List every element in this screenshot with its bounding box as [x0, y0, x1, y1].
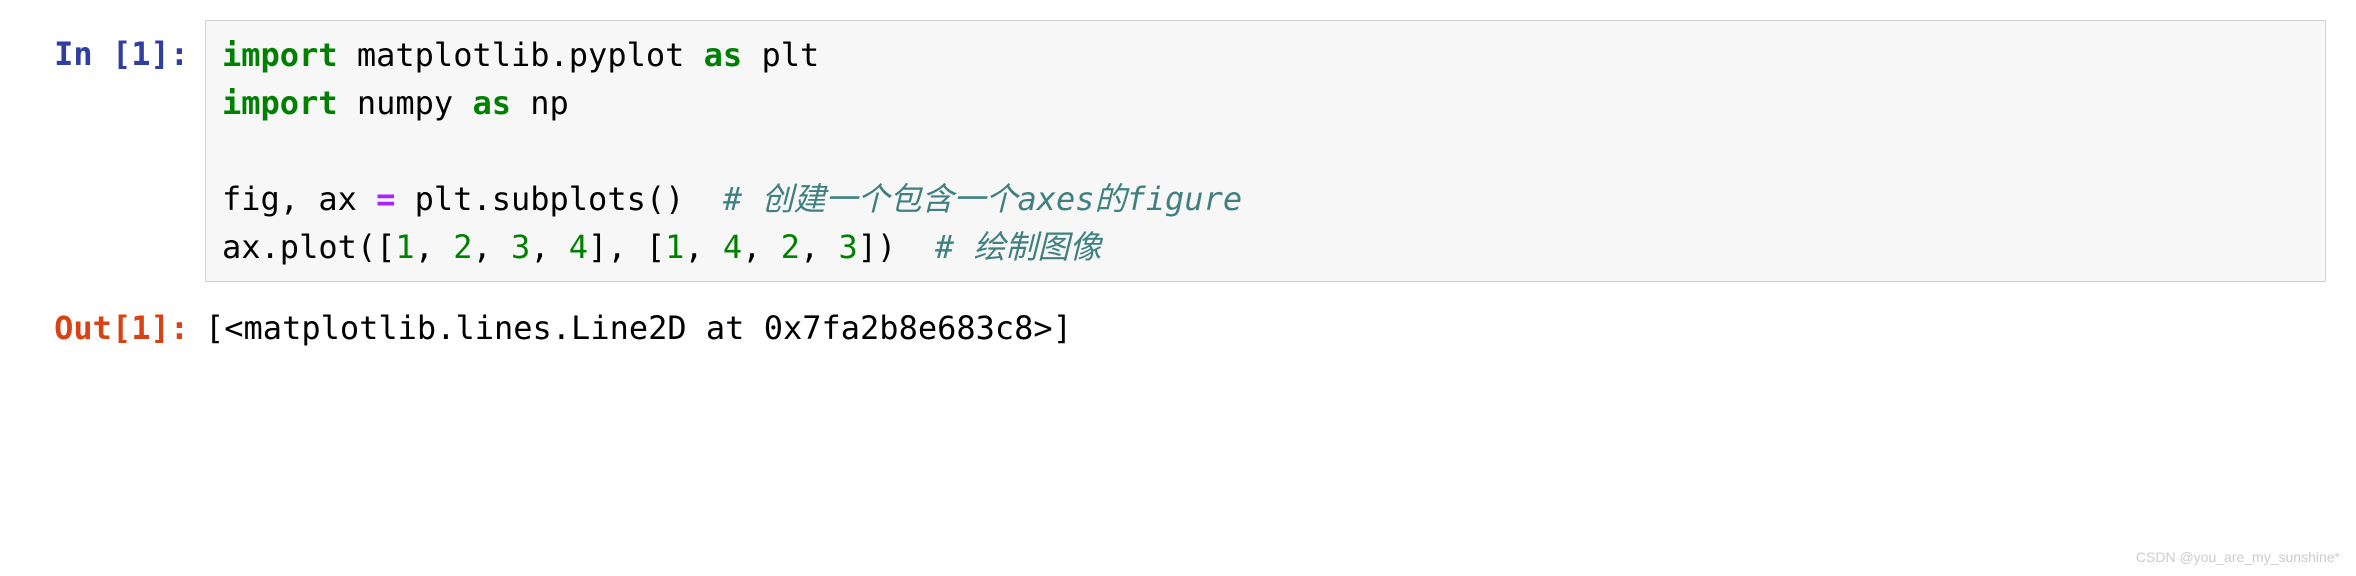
code-text: , — [472, 228, 511, 266]
operator-equals: = — [376, 180, 395, 218]
keyword-as: as — [704, 36, 743, 74]
output-content: [<matplotlib.lines.Line2D at 0x7fa2b8e68… — [205, 294, 2326, 352]
input-prompt: In [1]: — [30, 20, 205, 78]
input-content: import matplotlib.pyplot as plt import n… — [205, 20, 2326, 282]
number-literal: 2 — [453, 228, 472, 266]
code-text: , — [684, 228, 723, 266]
output-text: [<matplotlib.lines.Line2D at 0x7fa2b8e68… — [205, 294, 2326, 352]
number-literal: 4 — [569, 228, 588, 266]
code-text: , — [415, 228, 454, 266]
code-text: plt.subplots() — [395, 180, 723, 218]
code-text: ], [ — [588, 228, 665, 266]
keyword-import: import — [222, 84, 338, 122]
code-text: ]) — [858, 228, 935, 266]
code-text: numpy — [338, 84, 473, 122]
code-text: , — [742, 228, 781, 266]
keyword-as: as — [472, 84, 511, 122]
number-literal: 4 — [723, 228, 742, 266]
number-literal: 3 — [839, 228, 858, 266]
keyword-import: import — [222, 36, 338, 74]
input-cell: In [1]: import matplotlib.pyplot as plt … — [30, 20, 2326, 282]
code-text: , — [530, 228, 569, 266]
code-text: ax.plot([ — [222, 228, 395, 266]
output-cell: Out[1]: [<matplotlib.lines.Line2D at 0x7… — [30, 294, 2326, 352]
number-literal: 1 — [665, 228, 684, 266]
number-literal: 3 — [511, 228, 530, 266]
code-box[interactable]: import matplotlib.pyplot as plt import n… — [205, 20, 2326, 282]
code-text: matplotlib.pyplot — [338, 36, 704, 74]
output-prompt: Out[1]: — [30, 294, 205, 352]
watermark-text: CSDN @you_are_my_sunshine* — [2136, 547, 2340, 568]
code-comment: # 绘制图像 — [935, 228, 1102, 266]
code-text: , — [800, 228, 839, 266]
code-source[interactable]: import matplotlib.pyplot as plt import n… — [222, 31, 2309, 271]
code-text: plt — [742, 36, 819, 74]
number-literal: 2 — [781, 228, 800, 266]
code-comment: # 创建一个包含一个axes的figure — [723, 180, 1242, 218]
number-literal: 1 — [395, 228, 414, 266]
